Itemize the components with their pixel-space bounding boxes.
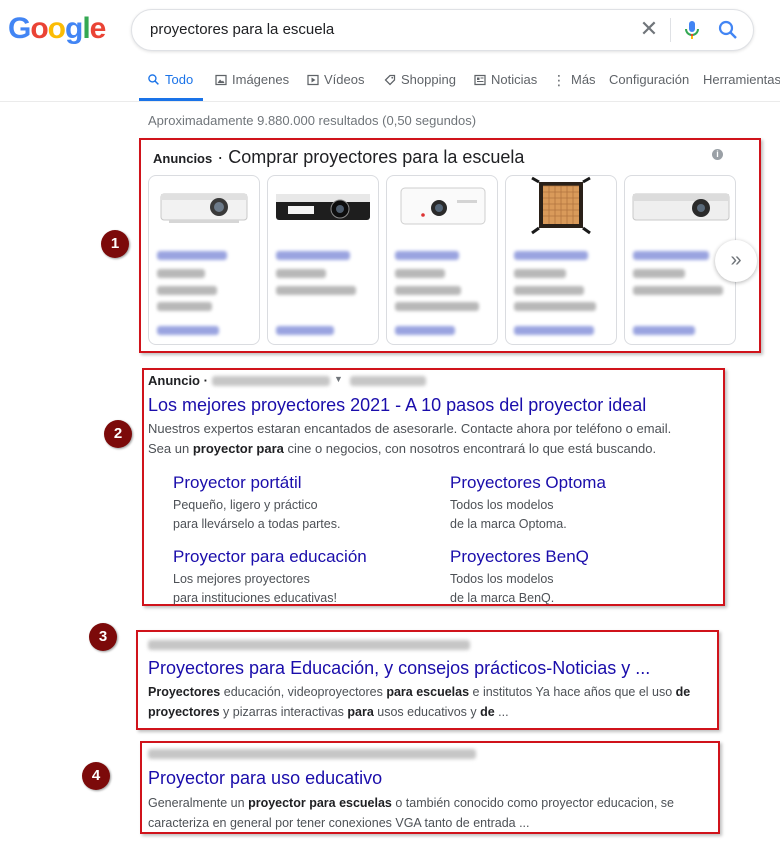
result-title-link[interactable]: Proyectores para Educación, y consejos p…	[148, 658, 650, 679]
tabs-divider	[0, 101, 780, 102]
sitelink-desc-2: de la marca Optoma.	[450, 517, 567, 531]
ad-title-link[interactable]: Los mejores proyectores 2021 - A 10 paso…	[148, 395, 646, 416]
search-divider	[670, 18, 671, 42]
sitelink-title[interactable]: Proyectores BenQ	[450, 547, 670, 567]
sitelink: Proyectores BenQ Todos los modelos de la…	[450, 547, 670, 608]
sitelink-desc-1: Todos los modelos	[450, 572, 554, 586]
tab-label: Herramientas	[703, 72, 780, 87]
sitelink-desc-2: para instituciones educativas!	[173, 591, 337, 605]
desc-part-bold: Proyectores	[148, 685, 221, 699]
ads-separator: ·	[212, 147, 229, 167]
product-card[interactable]	[386, 175, 498, 345]
sitelink-title[interactable]: Proyector portátil	[173, 473, 393, 493]
search-icon	[148, 74, 159, 85]
desc-part-bold: para	[347, 705, 374, 719]
tab-todo[interactable]: Todo	[147, 72, 193, 87]
result-description: Generalmente un proyector para escuelas …	[148, 793, 693, 833]
sitelink-desc-2: para llevárselo a todas partes.	[173, 517, 341, 531]
chevron-right-icon: »	[730, 249, 742, 271]
tab-videos[interactable]: Vídeos	[307, 72, 364, 87]
projector-image	[400, 187, 486, 225]
tab-label: Vídeos	[324, 72, 365, 87]
search-box[interactable]: proyectores para la escuela ✕	[131, 9, 754, 51]
sitelink: Proyectores Optoma Todos los modelos de …	[450, 473, 670, 534]
play-icon	[307, 74, 319, 85]
sitelink: Proyector portátil Pequeño, ligero y prá…	[173, 473, 393, 534]
tab-shopping[interactable]: Shopping	[384, 72, 456, 87]
tab-noticias[interactable]: Noticias	[474, 72, 537, 87]
tab-herramientas[interactable]: Herramientas	[703, 72, 780, 87]
sitelink-desc-1: Pequeño, ligero y práctico	[173, 498, 318, 512]
news-icon	[474, 74, 486, 85]
result-description: Proyectores educación, videoproyectores …	[148, 682, 693, 722]
projector-image	[276, 194, 370, 220]
sitelink: Proyector para educación Los mejores pro…	[173, 547, 393, 608]
product-card[interactable]	[148, 175, 260, 345]
info-icon[interactable]: i	[712, 149, 723, 160]
result-url-blurred[interactable]	[148, 640, 470, 650]
desc-part: Generalmente un	[148, 796, 249, 810]
ads-title: Comprar proyectores para la escuela	[228, 147, 525, 167]
sitelink-title[interactable]: Proyectores Optoma	[450, 473, 670, 493]
ad-label: Anuncio ·	[148, 373, 208, 388]
marker-3: 3	[89, 623, 117, 651]
search-icon[interactable]	[716, 18, 740, 42]
led-panel-image	[531, 176, 591, 235]
desc-part: educación, videoproyectores	[220, 685, 387, 699]
desc-part-bold: de	[480, 705, 495, 719]
shopping-ads-header: Anuncios · Comprar proyectores para la e…	[153, 147, 524, 168]
next-products-button[interactable]: »	[715, 240, 757, 282]
desc-part-bold: para escuelas	[386, 685, 470, 699]
desc-part-bold: proyector para	[192, 441, 284, 456]
desc-part: ...	[494, 705, 509, 719]
tab-mas[interactable]: ⋮ Más	[552, 72, 596, 87]
result-url-blurred[interactable]	[148, 749, 476, 759]
ads-label: Anuncios	[153, 151, 213, 166]
sitelink-desc-2: de la marca BenQ.	[450, 591, 555, 605]
google-logo[interactable]: Google	[8, 12, 106, 46]
desc-part: usos educativos y	[373, 705, 481, 719]
projector-image	[160, 193, 248, 223]
desc-part: y pizarras interactivas	[219, 705, 348, 719]
result-stats: Aproximadamente 9.880.000 resultados (0,…	[148, 113, 477, 128]
tab-label: Imágenes	[232, 72, 290, 87]
ad-phone-blurred	[350, 376, 426, 386]
marker-1: 1	[101, 230, 129, 258]
tab-label: Todo	[165, 72, 194, 87]
projector-image	[632, 193, 730, 221]
ad-url-blurred[interactable]	[212, 376, 330, 386]
marker-2: 2	[104, 420, 132, 448]
close-icon[interactable]: ✕	[637, 17, 661, 41]
tab-label: Más	[571, 72, 596, 87]
microphone-icon[interactable]	[680, 18, 704, 42]
product-card[interactable]	[267, 175, 379, 345]
tag-icon	[384, 74, 396, 85]
search-input[interactable]: proyectores para la escuela	[150, 21, 334, 38]
desc-part: e institutos Ya hace años que el uso	[469, 685, 676, 699]
tab-imagenes[interactable]: Imágenes	[215, 72, 289, 87]
sitelink-desc-1: Todos los modelos	[450, 498, 554, 512]
tab-label: Shopping	[401, 72, 456, 87]
ad-description: Nuestros expertos estaran encantados de …	[148, 419, 693, 459]
sitelink-title[interactable]: Proyector para educación	[173, 547, 393, 567]
caret-down-icon[interactable]: ▼	[334, 374, 343, 384]
desc-part-bold: proyector para escuelas	[248, 796, 392, 810]
marker-4: 4	[82, 762, 110, 790]
product-card[interactable]	[505, 175, 617, 345]
more-icon: ⋮	[552, 71, 566, 88]
result-title-link[interactable]: Proyector para uso educativo	[148, 768, 382, 789]
tab-label: Configuración	[609, 72, 690, 87]
image-icon	[215, 74, 227, 85]
desc-part: cine o negocios, con nosotros encontrará…	[283, 441, 657, 456]
sitelink-desc-1: Los mejores proyectores	[173, 572, 310, 586]
tab-label: Noticias	[491, 72, 538, 87]
tab-configuracion[interactable]: Configuración	[609, 72, 689, 87]
